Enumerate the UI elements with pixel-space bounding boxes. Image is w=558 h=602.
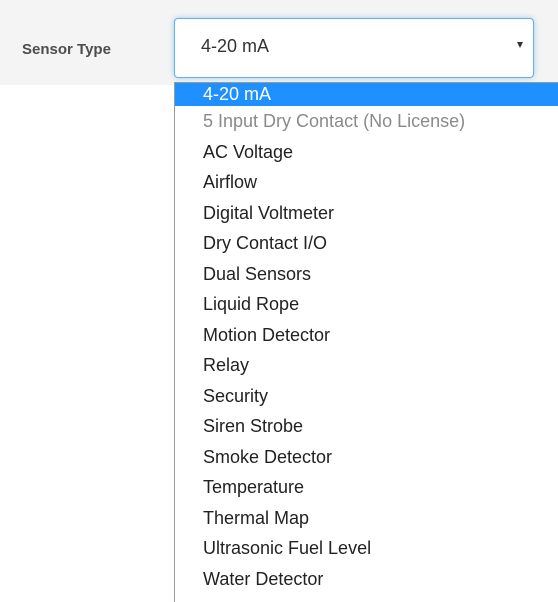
- sensor-type-option[interactable]: Security: [175, 381, 558, 412]
- sensor-type-option[interactable]: Ultrasonic Fuel Level: [175, 533, 558, 564]
- sensor-type-label: Sensor Type: [22, 41, 111, 58]
- sensor-type-option[interactable]: Airflow: [175, 167, 558, 198]
- sensor-type-option: 5 Input Dry Contact (No License): [203, 111, 466, 131]
- sensor-type-option[interactable]: 4-20 mA: [175, 83, 558, 106]
- caret-down-icon[interactable]: [517, 42, 523, 48]
- sensor-type-option[interactable]: Temperature: [175, 472, 558, 503]
- sensor-type-option[interactable]: Water Detector: [175, 564, 558, 595]
- sensor-type-option[interactable]: Motion Detector: [175, 320, 558, 351]
- sensor-type-options-list[interactable]: 4-20 mA 5 Input Dry Contact (No License) A…: [174, 82, 558, 602]
- select-current-value: 4-20 mA: [201, 36, 270, 56]
- sensor-type-select[interactable]: 4-20 mA: [174, 18, 534, 78]
- sensor-type-option[interactable]: Digital Voltmeter: [175, 198, 558, 229]
- sensor-type-option[interactable]: Thermal Map: [175, 503, 558, 534]
- sensor-type-option[interactable]: Dry Contact I/O: [175, 228, 558, 259]
- sensor-type-option[interactable]: Smoke Detector: [175, 442, 558, 473]
- sensor-type-option[interactable]: Dual Sensors: [175, 259, 558, 290]
- sensor-type-option[interactable]: Relay: [175, 350, 558, 381]
- sensor-type-option[interactable]: AC Voltage: [175, 137, 558, 168]
- sensor-type-option[interactable]: Liquid Rope: [175, 289, 558, 320]
- sensor-type-option[interactable]: Siren Strobe: [175, 411, 558, 442]
